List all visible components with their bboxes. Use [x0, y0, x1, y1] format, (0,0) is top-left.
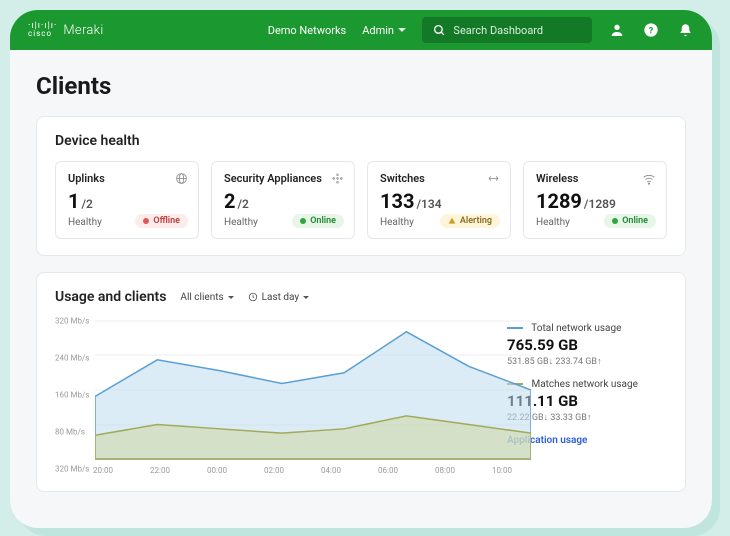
app-frame: ·ı|ı·ı|ı· cisco Meraki Demo Networks Adm…	[10, 10, 712, 528]
legend-matches-value: 111.11 GB	[507, 392, 667, 410]
filter-clients-dropdown[interactable]: All clients	[180, 292, 233, 303]
device-health-title: Device health	[55, 133, 667, 149]
card-value: 1289	[536, 189, 582, 213]
wifi-icon	[642, 172, 656, 186]
search-icon	[432, 21, 447, 39]
search-input[interactable]	[453, 24, 582, 37]
card-denom: /134	[416, 197, 441, 211]
usage-legend: Total network usage 765.59 GB 531.85 GB↓…	[507, 315, 667, 475]
switch-icon	[487, 172, 500, 185]
brand-meraki-text: Meraki	[63, 23, 103, 38]
clock-icon	[248, 292, 258, 302]
svg-text:?: ?	[649, 25, 654, 36]
brand-cisco-text: cisco	[28, 30, 57, 38]
card-title: Security Appliances	[224, 172, 342, 185]
card-switches[interactable]: Switches 133/134 Healthy Alerting	[367, 161, 511, 239]
profile-icon[interactable]	[608, 21, 626, 39]
card-title: Switches	[380, 172, 498, 185]
filter-time-dropdown[interactable]: Last day	[248, 292, 309, 303]
card-wireless[interactable]: Wireless 1289/1289 Healthy Online	[523, 161, 667, 239]
usage-panel: Usage and clients All clients Last day 3…	[36, 272, 686, 492]
brand-logo: ·ı|ı·ı|ı· cisco Meraki	[28, 22, 104, 38]
device-health-cards: Uplinks 1/2 Healthy Offline Security App…	[55, 161, 667, 239]
top-bar: ·ı|ı·ı|ı· cisco Meraki Demo Networks Adm…	[10, 10, 712, 50]
device-health-panel: Device health Uplinks 1/2 Healthy Offlin…	[36, 116, 686, 256]
legend-total-value: 765.59 GB	[507, 336, 667, 354]
legend-total-label: Total network usage	[531, 323, 621, 334]
application-usage-link[interactable]: Application usage	[507, 435, 667, 446]
status-pill-offline: Offline	[135, 214, 188, 228]
admin-menu[interactable]: Admin	[362, 24, 406, 37]
card-title: Wireless	[536, 172, 654, 185]
page-title: Clients	[36, 72, 686, 100]
legend-total-breakdown: 531.85 GB↓ 233.74 GB↑	[507, 356, 667, 367]
help-icon[interactable]: ?	[642, 21, 660, 39]
card-denom: /2	[81, 197, 92, 211]
card-value: 1	[68, 189, 79, 213]
globe-icon	[175, 172, 188, 185]
appliance-icon	[331, 172, 344, 185]
card-value: 2	[224, 189, 235, 213]
card-value: 133	[380, 189, 414, 213]
usage-title: Usage and clients	[55, 289, 166, 305]
legend-matches-breakdown: 22.22 GB↓ 33.33 GB↑	[507, 412, 667, 423]
demo-networks-link[interactable]: Demo Networks	[268, 24, 347, 37]
search-box[interactable]	[422, 17, 592, 43]
card-title: Uplinks	[68, 172, 186, 185]
card-denom: /1289	[584, 197, 616, 211]
main-content: Clients Device health Uplinks 1/2 Health…	[10, 50, 712, 528]
status-pill-online: Online	[292, 214, 344, 228]
card-security-appliances[interactable]: Security Appliances 2/2 Healthy Online	[211, 161, 355, 239]
bell-icon[interactable]	[676, 21, 694, 39]
status-pill-online: Online	[604, 214, 656, 228]
card-denom: /2	[237, 197, 248, 211]
card-uplinks[interactable]: Uplinks 1/2 Healthy Offline	[55, 161, 199, 239]
status-pill-alerting: Alerting	[440, 214, 500, 228]
usage-chart: 320 Mb/s 240 Mb/s 160 Mb/s 80 Mb/s 320 M…	[55, 315, 491, 475]
legend-matches-label: Matches network usage	[531, 379, 637, 390]
